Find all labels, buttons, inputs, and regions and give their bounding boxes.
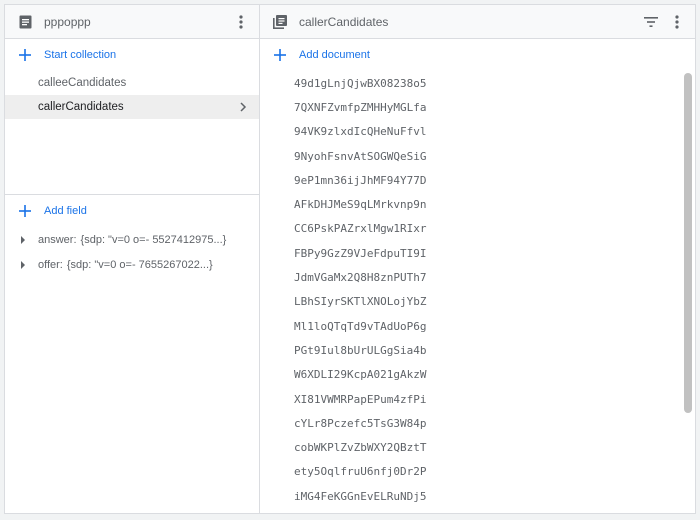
collection-item-callerCandidates[interactable]: callerCandidates	[5, 95, 259, 119]
field-key: answer:	[38, 233, 77, 246]
document-item[interactable]: cYLr8Pczefc5TsG3W84p	[260, 411, 681, 435]
add-document-button[interactable]: Add document	[260, 39, 695, 71]
document-item[interactable]: W6XDLI29KcpA021gAkzW	[260, 363, 681, 387]
field-offer[interactable]: offer: {sdp: "v=0 o=- 7655267022...}	[5, 252, 259, 277]
document-item[interactable]: AFkDHJMeS9qLMrkvnp9n	[260, 192, 681, 216]
document-item[interactable]: 9eP1mn36ijJhMF94Y77D	[260, 168, 681, 192]
document-item[interactable]: 7QXNFZvmfpZMHHyMGLfa	[260, 95, 681, 119]
document-item[interactable]: 49d1gLnjQjwBX08238o5	[260, 71, 681, 95]
add-field-button[interactable]: Add field	[5, 195, 259, 227]
more-options-icon[interactable]	[665, 10, 689, 34]
document-list-scrollbar[interactable]	[684, 73, 692, 511]
field-value: {sdp: "v=0 o=- 7655267022...}	[66, 258, 213, 271]
add-field-label: Add field	[44, 205, 87, 217]
start-collection-button[interactable]: Start collection	[5, 39, 259, 71]
document-item[interactable]: 94VK9zlxdIcQHeNuFfvl	[260, 120, 681, 144]
collection-item-calleeCandidates[interactable]: calleeCandidates	[5, 71, 259, 95]
filter-icon[interactable]	[639, 10, 663, 34]
document-item[interactable]: LBhSIyrSKTlXNOLojYbZ	[260, 290, 681, 314]
scrollbar-thumb[interactable]	[684, 73, 692, 413]
document-item[interactable]: CC6PskPAZrxlMgw1RIxr	[260, 217, 681, 241]
document-item[interactable]: cobWKPlZvZbWXY2QBztT	[260, 435, 681, 459]
plus-icon	[273, 48, 287, 62]
expand-triangle-icon[interactable]	[21, 235, 25, 244]
collection-panel: callerCandidates Add document 49d1gLnjQj…	[260, 5, 695, 513]
document-title: pppoppp	[44, 14, 91, 29]
document-item[interactable]: FBPy9GzZ9VJeFdpuTI9I	[260, 241, 681, 265]
more-options-icon[interactable]	[229, 10, 253, 34]
document-item[interactable]: iMG4FeKGGnEvELRuNDj5	[260, 484, 681, 508]
document-item[interactable]: Ml1loQTqTd9vTAdUoP6g	[260, 314, 681, 338]
field-value: {sdp: "v=0 o=- 5527412975...}	[80, 233, 227, 246]
chevron-right-icon	[240, 102, 247, 112]
document-item[interactable]: ety5OqlfruU6nfj0Dr2P	[260, 460, 681, 484]
document-icon	[18, 15, 32, 29]
plus-icon	[18, 48, 32, 62]
document-item[interactable]: PGt9Iul8bUrULGgSia4b	[260, 338, 681, 362]
collection-item-label: calleeCandidates	[38, 77, 127, 89]
subcollection-list: calleeCandidates callerCandidates	[5, 71, 259, 119]
firestore-data-viewer: pppoppp Start collection calleeCandidate…	[4, 4, 696, 514]
collection-panel-header: callerCandidates	[260, 5, 695, 39]
collection-icon	[273, 14, 287, 29]
document-panel-header: pppoppp	[5, 5, 259, 39]
field-list: answer: {sdp: "v=0 o=- 5527412975...} of…	[5, 227, 259, 277]
document-item[interactable]: 9NyohFsnvAtSOGWQeSiG	[260, 144, 681, 168]
plus-icon	[18, 204, 32, 218]
start-collection-label: Start collection	[44, 49, 117, 61]
document-list: 49d1gLnjQjwBX08238o5 7QXNFZvmfpZMHHyMGLf…	[260, 71, 681, 508]
add-document-label: Add document	[299, 49, 370, 61]
document-panel: pppoppp Start collection calleeCandidate…	[5, 5, 260, 513]
field-answer[interactable]: answer: {sdp: "v=0 o=- 5527412975...}	[5, 227, 259, 252]
collection-item-label: callerCandidates	[38, 101, 124, 113]
document-item[interactable]: JdmVGaMx2Q8H8znPUTh7	[260, 265, 681, 289]
field-key: offer:	[38, 258, 63, 271]
document-item[interactable]: XI81VWMRPapEPum4zfPi	[260, 387, 681, 411]
expand-triangle-icon[interactable]	[21, 260, 25, 269]
collection-title: callerCandidates	[299, 14, 389, 29]
